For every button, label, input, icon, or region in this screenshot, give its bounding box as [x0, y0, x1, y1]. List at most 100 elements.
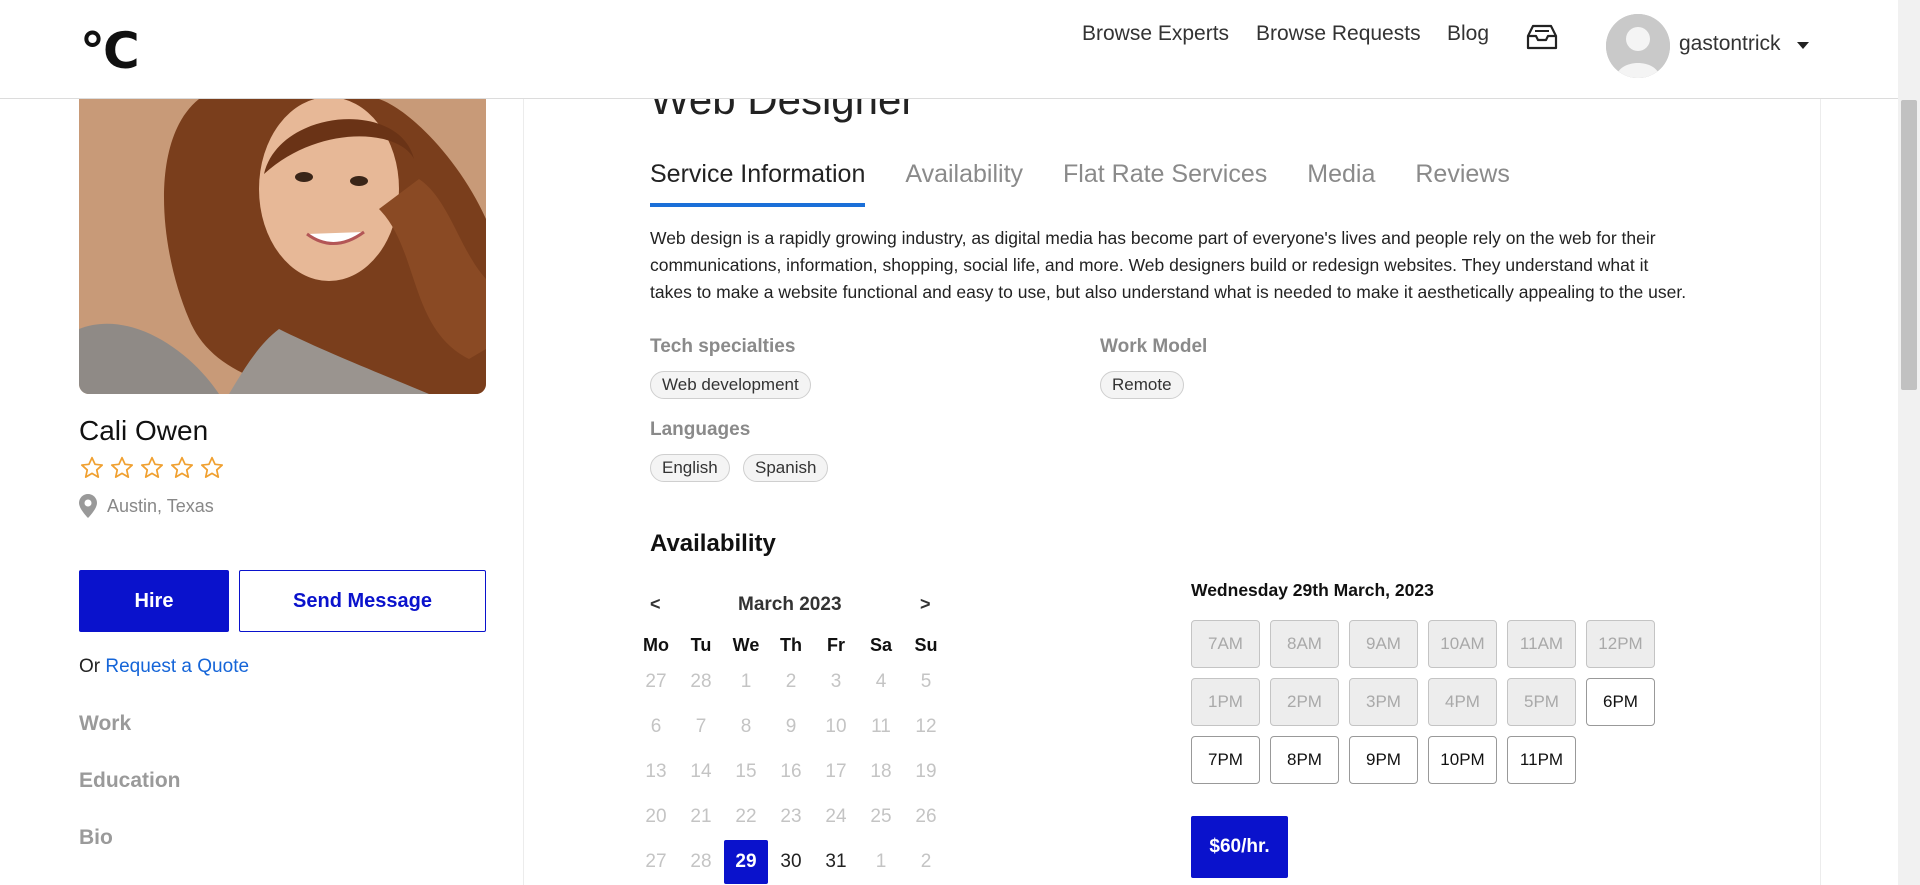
- time-slot-button: 12PM: [1586, 620, 1655, 668]
- tab-service-information[interactable]: Service Information: [650, 160, 866, 207]
- time-slot-button[interactable]: 8PM: [1270, 736, 1339, 784]
- calendar-day: 6: [650, 716, 662, 737]
- nav-blog[interactable]: Blog: [1447, 22, 1489, 46]
- tab-media[interactable]: Media: [1307, 160, 1375, 207]
- chevron-down-icon[interactable]: [1797, 42, 1809, 49]
- calendar-day: 17: [825, 761, 847, 782]
- time-slot-button: 7AM: [1191, 620, 1260, 668]
- calendar-day: 9: [785, 716, 797, 737]
- availability-heading: Availability: [650, 530, 776, 557]
- expert-photo: [79, 99, 486, 394]
- calendar-day: 28: [690, 851, 712, 872]
- map-pin-icon: [79, 494, 97, 518]
- request-quote-line: Or Request a Quote: [79, 656, 249, 678]
- time-slot-button[interactable]: 6PM: [1586, 678, 1655, 726]
- nav-browse-requests[interactable]: Browse Requests: [1256, 22, 1421, 46]
- calendar-day[interactable]: 31: [814, 840, 858, 884]
- calendar-day: 26: [915, 806, 937, 827]
- selected-date-heading: Wednesday 29th March, 2023: [1191, 580, 1434, 600]
- calendar-day: 25: [870, 806, 892, 827]
- time-slot-button: 8AM: [1270, 620, 1339, 668]
- calendar-day: 1: [740, 671, 752, 692]
- top-navbar: °C Browse Experts Browse Requests Blog g…: [0, 0, 1898, 99]
- calendar-day: 2: [785, 671, 797, 692]
- hire-button[interactable]: Hire: [79, 570, 229, 632]
- calendar-day: 24: [825, 806, 847, 827]
- star-outline-icon: [200, 456, 224, 478]
- send-message-button[interactable]: Send Message: [239, 570, 486, 632]
- inbox-icon[interactable]: [1526, 24, 1558, 50]
- time-slot-button: 9AM: [1349, 620, 1418, 668]
- calendar-day: 3: [830, 671, 842, 692]
- location-text: Austin, Texas: [107, 495, 214, 516]
- quote-prefix: Or: [79, 656, 101, 677]
- time-slot-button[interactable]: 9PM: [1349, 736, 1418, 784]
- request-quote-link[interactable]: Request a Quote: [105, 656, 249, 677]
- calendar-day: 19: [915, 761, 937, 782]
- calendar-day: 5: [920, 671, 932, 692]
- avatar-placeholder-icon: [1606, 14, 1670, 78]
- star-outline-icon: [140, 456, 164, 478]
- rating-stars: [79, 455, 225, 481]
- time-slot-button[interactable]: 11PM: [1507, 736, 1576, 784]
- side-link-bio[interactable]: Bio: [79, 826, 113, 850]
- expert-name: Cali Owen: [79, 415, 209, 446]
- star-outline-icon: [170, 456, 194, 478]
- time-slot-button: 2PM: [1270, 678, 1339, 726]
- scrollbar-thumb[interactable]: [1901, 100, 1917, 390]
- side-link-work[interactable]: Work: [79, 712, 131, 736]
- languages-label: Languages: [650, 419, 751, 440]
- time-slot-button: 10AM: [1428, 620, 1497, 668]
- calendar-day: 27: [645, 851, 667, 872]
- tab-reviews[interactable]: Reviews: [1415, 160, 1509, 207]
- calendar-day: 27: [645, 671, 667, 692]
- side-link-education[interactable]: Education: [79, 769, 181, 793]
- service-description: Web design is a rapidly growing industry…: [650, 228, 1687, 302]
- calendar-day: 13: [645, 761, 667, 782]
- star-outline-icon: [110, 456, 134, 478]
- tech-chip: Web development: [650, 371, 811, 399]
- time-slot-button[interactable]: 7PM: [1191, 736, 1260, 784]
- calendar-day: 8: [740, 716, 752, 737]
- star-outline-icon: [80, 456, 104, 478]
- calendar-prev-button[interactable]: <: [650, 594, 661, 615]
- hourly-rate-button[interactable]: $60/hr.: [1191, 816, 1288, 878]
- calendar-day: 7: [695, 716, 707, 737]
- work-model-chip: Remote: [1100, 371, 1184, 399]
- service-tabs: Service Information Availability Flat Ra…: [650, 160, 1510, 207]
- calendar-day: 2: [920, 851, 932, 872]
- calendar-day: 23: [780, 806, 802, 827]
- time-slot-button: 1PM: [1191, 678, 1260, 726]
- language-chip: English: [650, 454, 730, 482]
- calendar-day: 14: [690, 761, 712, 782]
- work-model-label: Work Model: [1100, 336, 1208, 357]
- tab-flat-rate-services[interactable]: Flat Rate Services: [1063, 160, 1267, 207]
- time-slot-button: 11AM: [1507, 620, 1576, 668]
- time-slot-button: 5PM: [1507, 678, 1576, 726]
- calendar-day: 10: [825, 716, 847, 737]
- calendar-day: 28: [690, 671, 712, 692]
- calendar-day[interactable]: 29: [724, 840, 768, 884]
- username-label[interactable]: gastontrick: [1679, 32, 1781, 56]
- nav-browse-experts[interactable]: Browse Experts: [1082, 22, 1229, 46]
- user-avatar[interactable]: [1606, 14, 1670, 78]
- language-chip: Spanish: [743, 454, 829, 482]
- calendar-next-button[interactable]: >: [920, 594, 931, 615]
- calendar-day: 20: [645, 806, 667, 827]
- page-scrollbar[interactable]: [1898, 0, 1920, 885]
- calendar-day: 15: [735, 761, 757, 782]
- expert-location: Austin, Texas: [79, 494, 214, 518]
- calendar-day: 21: [690, 806, 712, 827]
- column-divider: [1820, 99, 1821, 885]
- tab-availability[interactable]: Availability: [905, 160, 1023, 207]
- site-logo[interactable]: °C: [80, 22, 140, 80]
- column-divider: [523, 99, 524, 885]
- calendar-day: 11: [871, 716, 891, 737]
- calendar-day: 22: [735, 806, 757, 827]
- calendar-day: 1: [875, 851, 887, 872]
- calendar-day[interactable]: 30: [769, 840, 813, 884]
- calendar-day: 4: [875, 671, 887, 692]
- tech-specialties-label: Tech specialties: [650, 336, 796, 357]
- calendar-day: 18: [870, 761, 892, 782]
- time-slot-button[interactable]: 10PM: [1428, 736, 1497, 784]
